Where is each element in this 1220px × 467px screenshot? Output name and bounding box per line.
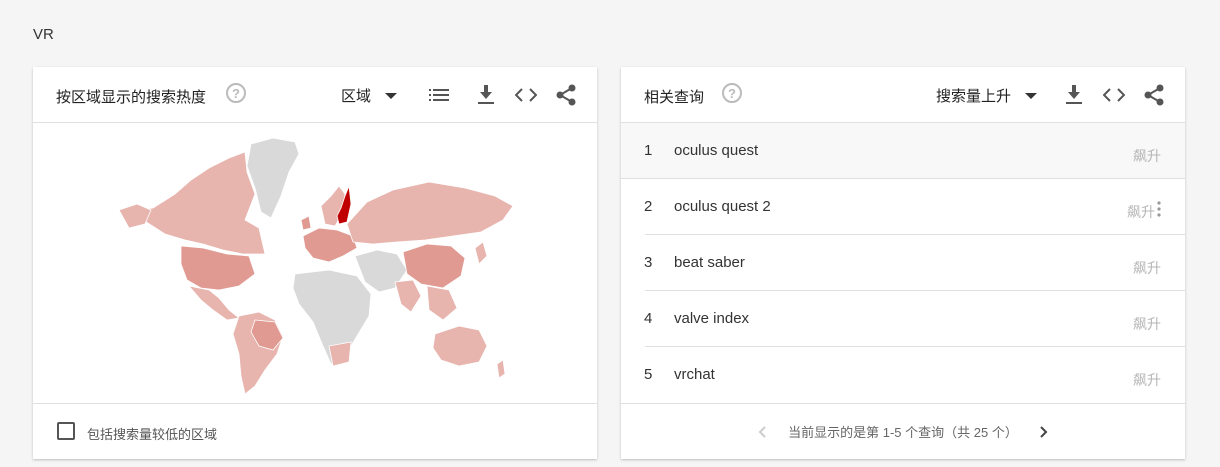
query-text[interactable]: beat saber bbox=[674, 254, 745, 271]
map-region-canada bbox=[121, 151, 266, 255]
dropdown-label: 搜索量上升 bbox=[936, 88, 1012, 105]
query-text[interactable]: oculus quest 2 bbox=[674, 198, 771, 215]
card-title: 相关查询 bbox=[644, 89, 705, 106]
more-vert-icon[interactable] bbox=[1157, 201, 1161, 217]
search-term-title: VR bbox=[33, 26, 54, 43]
map-region-japan bbox=[474, 241, 488, 265]
map-region-greenland bbox=[246, 137, 300, 219]
query-rank: 4 bbox=[644, 310, 653, 327]
dropdown-label: 区域 bbox=[341, 88, 372, 105]
map-region-russia bbox=[346, 181, 514, 245]
checkbox-label: 包括搜索量较低的区域 bbox=[87, 427, 218, 442]
caret-down-icon bbox=[1025, 92, 1038, 99]
download-icon[interactable] bbox=[474, 83, 498, 107]
query-row[interactable]: 3 beat saber 飙升 bbox=[621, 235, 1185, 291]
region-interest-card: 按区域显示的搜索热度 ? 区域 包括搜索量较低的区域 bbox=[33, 67, 597, 459]
share-icon[interactable] bbox=[1142, 83, 1166, 107]
card-footer: 包括搜索量较低的区域 bbox=[33, 403, 597, 459]
map-region-uk bbox=[300, 215, 312, 231]
query-rank: 3 bbox=[644, 254, 653, 271]
query-row[interactable]: 4 valve index 飙升 bbox=[621, 291, 1185, 347]
query-text[interactable]: oculus quest bbox=[674, 142, 758, 159]
card-title: 按区域显示的搜索热度 bbox=[56, 89, 207, 106]
map-region-alaska bbox=[118, 203, 152, 229]
query-value: 飙升 bbox=[1133, 148, 1161, 164]
query-rank: 2 bbox=[644, 198, 653, 215]
pagination: 当前显示的是第 1-5 个查询（共 25 个） bbox=[621, 403, 1185, 459]
query-type-dropdown[interactable]: 搜索量上升 bbox=[936, 85, 1038, 106]
map-region-mexico bbox=[187, 285, 240, 321]
pagination-text: 当前显示的是第 1-5 个查询（共 25 个） bbox=[788, 425, 1018, 440]
query-value: 飙升 bbox=[1133, 372, 1161, 388]
download-icon[interactable] bbox=[1062, 83, 1086, 107]
map-region-india bbox=[394, 279, 422, 313]
query-rank: 5 bbox=[644, 366, 653, 383]
card-header: 相关查询 ? 搜索量上升 bbox=[621, 67, 1185, 123]
card-header: 按区域显示的搜索热度 ? 区域 bbox=[33, 67, 597, 123]
map-region-europe bbox=[302, 227, 358, 263]
include-low-volume-checkbox[interactable] bbox=[57, 422, 75, 440]
query-text[interactable]: valve index bbox=[674, 310, 749, 327]
embed-code-icon[interactable] bbox=[514, 83, 538, 107]
chevron-left-icon[interactable] bbox=[750, 420, 774, 444]
query-row[interactable]: 1 oculus quest 飙升 bbox=[621, 123, 1185, 179]
map-region-australia bbox=[432, 325, 488, 367]
related-queries-card: 相关查询 ? 搜索量上升 1 oculus quest 飙升 2 oculus … bbox=[621, 67, 1185, 459]
list-icon[interactable] bbox=[427, 83, 451, 107]
help-icon[interactable]: ? bbox=[226, 83, 246, 103]
query-value: 飙升 bbox=[1133, 260, 1161, 276]
query-row[interactable]: 5 vrchat 飙升 bbox=[621, 347, 1185, 403]
query-value: 飙升 bbox=[1133, 316, 1161, 332]
query-rank: 1 bbox=[644, 142, 653, 159]
query-text[interactable]: vrchat bbox=[674, 366, 715, 383]
query-row[interactable]: 2 oculus quest 2 飙升 bbox=[621, 179, 1185, 235]
help-icon[interactable]: ? bbox=[722, 83, 742, 103]
region-resolution-dropdown[interactable]: 区域 bbox=[341, 85, 398, 106]
map-region-new-zealand bbox=[496, 359, 506, 379]
map-region-south-africa bbox=[328, 341, 352, 367]
map-region-se-asia bbox=[426, 285, 458, 321]
embed-code-icon[interactable] bbox=[1102, 83, 1126, 107]
share-icon[interactable] bbox=[554, 83, 578, 107]
related-queries-list: 1 oculus quest 飙升 2 oculus quest 2 飙升 3 … bbox=[621, 123, 1185, 403]
chevron-right-icon[interactable] bbox=[1032, 420, 1056, 444]
caret-down-icon bbox=[385, 92, 398, 99]
query-value: 飙升 bbox=[1127, 204, 1155, 220]
world-map[interactable] bbox=[33, 124, 597, 403]
